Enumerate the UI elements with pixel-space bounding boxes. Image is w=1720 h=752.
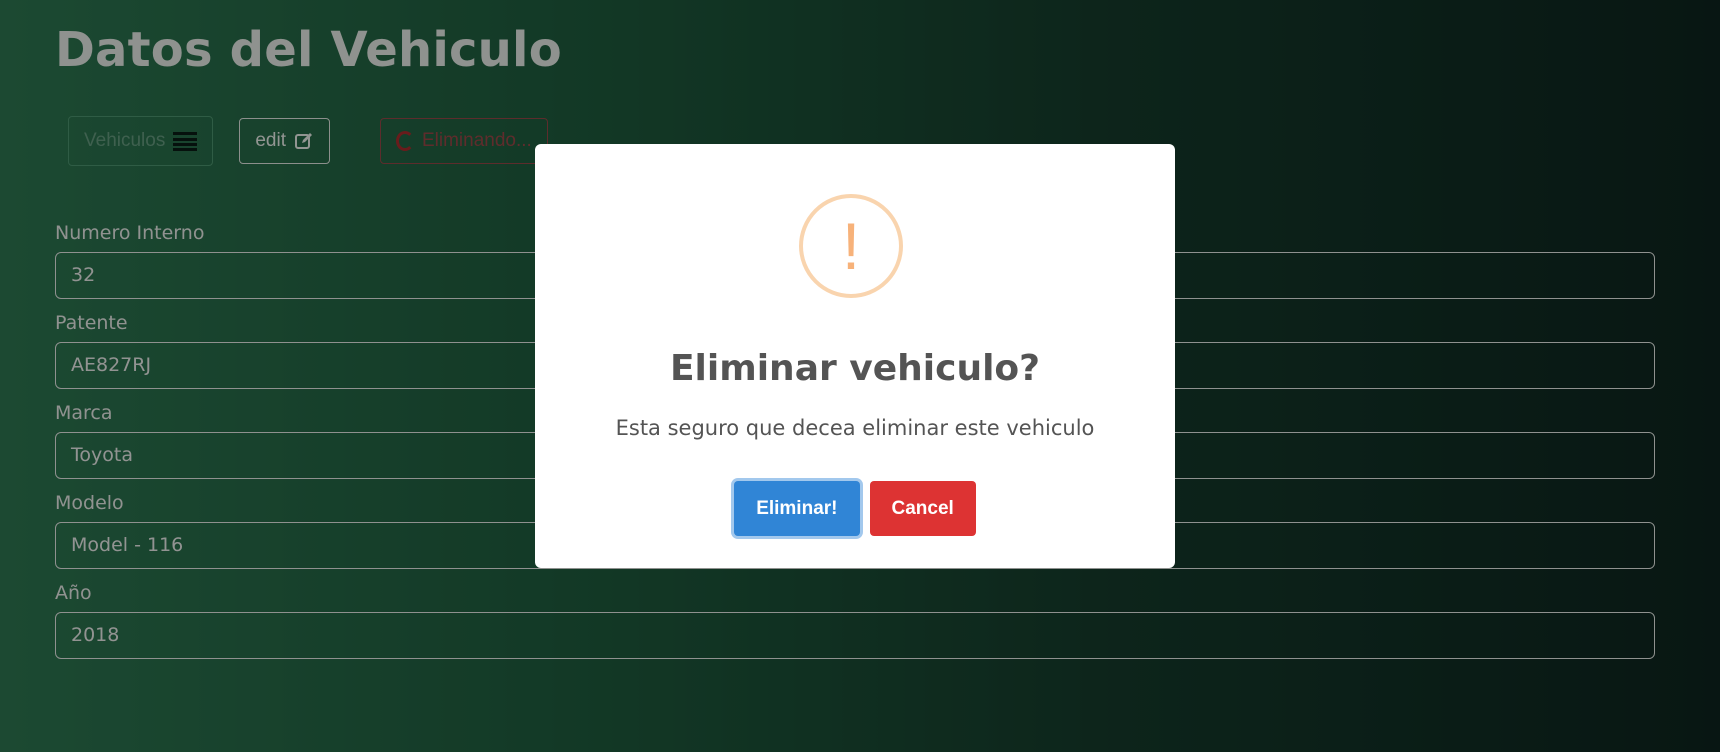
- cancel-button[interactable]: Cancel: [869, 481, 976, 536]
- dialog-title: Eliminar vehiculo?: [669, 348, 1041, 389]
- confirm-dialog: ! Eliminar vehiculo? Esta seguro que dec…: [535, 144, 1175, 568]
- confirm-delete-button[interactable]: Eliminar!: [734, 481, 860, 536]
- dialog-message: Esta seguro que decea eliminar este vehi…: [615, 416, 1095, 440]
- dialog-actions: Eliminar! Cancel: [535, 481, 1175, 536]
- exclamation-icon: !: [799, 194, 903, 298]
